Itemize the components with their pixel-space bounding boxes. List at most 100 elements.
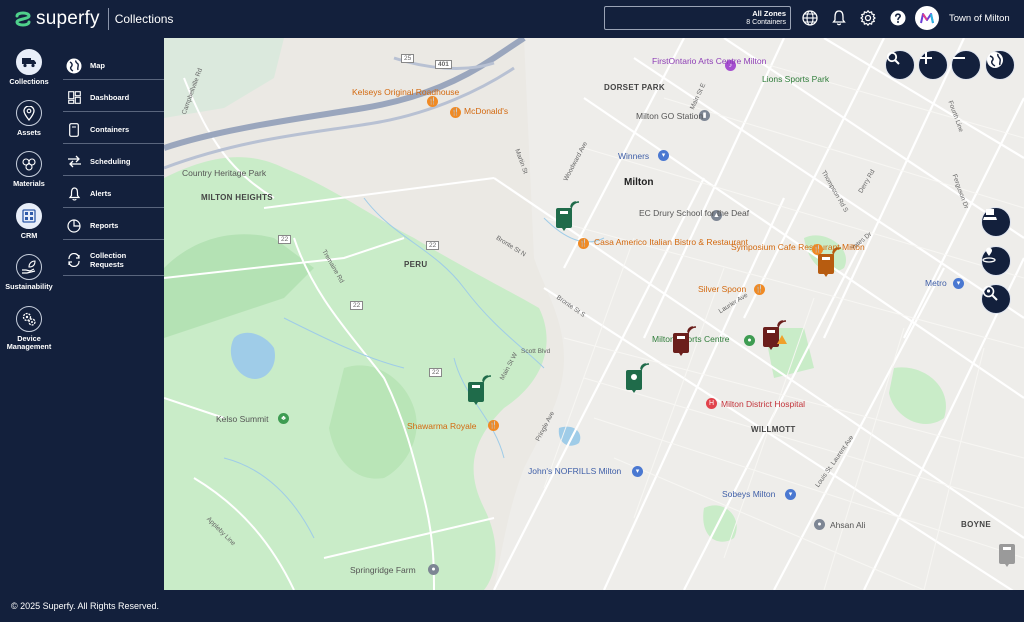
rail-item-device-management[interactable]: Device Management: [0, 306, 58, 351]
leaf-hand-icon: [16, 254, 42, 280]
submenu-label-scheduling: Scheduling: [90, 157, 131, 166]
signal-icon: [640, 363, 650, 373]
place-icon[interactable]: ●: [428, 564, 439, 575]
superfy-logo-icon: [15, 11, 31, 27]
map-tool-drop-pin[interactable]: [981, 246, 1011, 276]
road-label-scott-blvd: Scott Blvd: [521, 348, 551, 355]
area-label-boyne: BOYNE: [961, 520, 991, 529]
top-bar: superfy Collections All Zones 8 Containe…: [0, 0, 1024, 38]
brand[interactable]: superfy Collections: [14, 8, 173, 30]
submenu-label-alerts: Alerts: [90, 189, 112, 198]
restaurant-icon[interactable]: 🍴: [488, 420, 499, 431]
rail-label-crm: CRM: [20, 231, 38, 240]
grocery-icon[interactable]: ▾: [785, 489, 796, 500]
restaurant-icon[interactable]: 🍴: [450, 107, 461, 118]
poi-label-sobeys: Sobeys Milton: [722, 489, 776, 499]
road-shield-25: 25: [401, 54, 415, 63]
poi-label-mcdonalds: McDonald's: [464, 106, 509, 116]
restaurant-icon[interactable]: 🍴: [578, 238, 589, 249]
requests-icon: [66, 252, 82, 268]
poi-label-metro: Metro: [925, 278, 947, 288]
signal-icon: [570, 201, 580, 211]
map-view[interactable]: 25 401 22 22 22 22 Campbellville Rd Trem…: [164, 38, 1024, 590]
map-tool-truck-route[interactable]: [981, 207, 1011, 237]
settings-gear-icon[interactable]: [859, 9, 877, 27]
zoom-out-button[interactable]: [951, 50, 981, 80]
poi-label-springridge: Springridge Farm: [350, 565, 416, 575]
area-label-willmott: WILLMOTT: [751, 425, 796, 434]
road-shield-401: 401: [435, 60, 452, 69]
product-name: Collections: [114, 12, 174, 26]
brand-divider: [107, 8, 109, 30]
poi-label-ahsan-ali: Ahsan Ali: [830, 520, 866, 530]
poi-label-kelseys: Kelseys Original Roadhouse: [352, 87, 460, 97]
area-label-peru: PERU: [404, 260, 428, 269]
submenu-label-dashboard: Dashboard: [90, 93, 130, 102]
scheduling-icon: [66, 154, 82, 170]
submenu-label-reports: Reports: [90, 221, 119, 230]
rail-label-collections: Collections: [9, 77, 49, 86]
rail-item-materials[interactable]: Materials: [0, 151, 58, 188]
map-search-button[interactable]: [885, 50, 915, 80]
bell-icon[interactable]: [830, 9, 848, 27]
dashboard-icon: [66, 90, 82, 106]
grocery-icon[interactable]: ▾: [953, 278, 964, 289]
hospital-icon[interactable]: H: [706, 398, 717, 409]
map-base-layer: [164, 38, 1024, 590]
zoom-in-button[interactable]: [918, 50, 948, 80]
map-layers-button[interactable]: [985, 50, 1015, 80]
restaurant-icon[interactable]: 🍴: [754, 284, 765, 295]
submenu-label-map: Map: [90, 61, 105, 70]
map-pin-icon: [16, 100, 42, 126]
poi-label-hospital: Milton District Hospital: [721, 399, 806, 409]
globe-icon: [66, 58, 82, 74]
grocery-icon[interactable]: ▾: [632, 466, 643, 477]
sports-icon[interactable]: ●: [744, 335, 755, 346]
org-avatar[interactable]: [915, 6, 939, 30]
place-icon[interactable]: ●: [814, 519, 825, 530]
rail-item-sustainability[interactable]: Sustainability: [0, 254, 58, 291]
poi-label-silver-spoon: Silver Spoon: [698, 284, 747, 294]
rail-item-collections[interactable]: Collections: [0, 49, 58, 86]
map-tool-find-location[interactable]: [981, 284, 1011, 314]
help-icon[interactable]: [889, 9, 907, 27]
submenu-label-collection-requests: Collection Requests: [90, 250, 127, 269]
shopping-icon[interactable]: ▾: [658, 150, 669, 161]
road-shield-22-a: 22: [278, 235, 292, 244]
gears-icon: [16, 306, 42, 332]
area-label-dorset-park: DORSET PARK: [604, 83, 665, 92]
restaurant-icon[interactable]: 🍴: [427, 96, 438, 107]
brand-name: superfy: [36, 8, 100, 29]
zone-selector-title: All Zones: [752, 9, 786, 18]
signal-icon: [777, 320, 787, 330]
road-shield-22-b: 22: [350, 301, 364, 310]
poi-label-kelso-summit: Kelso Summit: [216, 414, 269, 424]
rail-item-assets[interactable]: Assets: [0, 100, 58, 137]
bell-icon: [66, 186, 82, 202]
truck-icon: [16, 49, 42, 75]
rail-label-materials: Materials: [13, 179, 45, 188]
poi-label-ec-drury: EC Drury School for the Deaf: [639, 208, 750, 218]
org-name[interactable]: Town of Milton: [949, 13, 1010, 24]
collections-submenu: Map Dashboard Containers Scheduling › Al…: [58, 38, 213, 590]
reports-icon: [66, 218, 82, 234]
rail-label-assets: Assets: [17, 128, 41, 137]
crm-icon: [16, 203, 42, 229]
rail-item-crm[interactable]: CRM: [0, 203, 58, 240]
container-marker-offline[interactable]: [998, 543, 1016, 567]
signal-icon: [832, 247, 842, 257]
zone-selector[interactable]: All Zones 8 Containers: [604, 6, 791, 30]
park-icon[interactable]: ♣: [278, 413, 289, 424]
globe-icon[interactable]: [801, 9, 819, 27]
poi-label-symposium: Symposium Cafe Restaurant Milton: [731, 242, 865, 252]
poi-label-lions: Lions Sports Park: [762, 74, 830, 84]
signal-icon: [482, 375, 492, 385]
poi-label-go-station: Milton GO Station: [636, 111, 704, 121]
poi-label-casa-americo: Casa Americo Italian Bistro & Restaurant: [594, 237, 749, 247]
submenu-label-containers: Containers: [90, 125, 130, 134]
poi-label-shawarma: Shawarma Royale: [407, 421, 477, 431]
copyright-text: © 2025 Superfy. All Rights Reserved.: [11, 601, 160, 611]
search-location-icon: [982, 285, 998, 301]
materials-icon: [16, 151, 42, 177]
globe-icon: [987, 52, 1003, 68]
